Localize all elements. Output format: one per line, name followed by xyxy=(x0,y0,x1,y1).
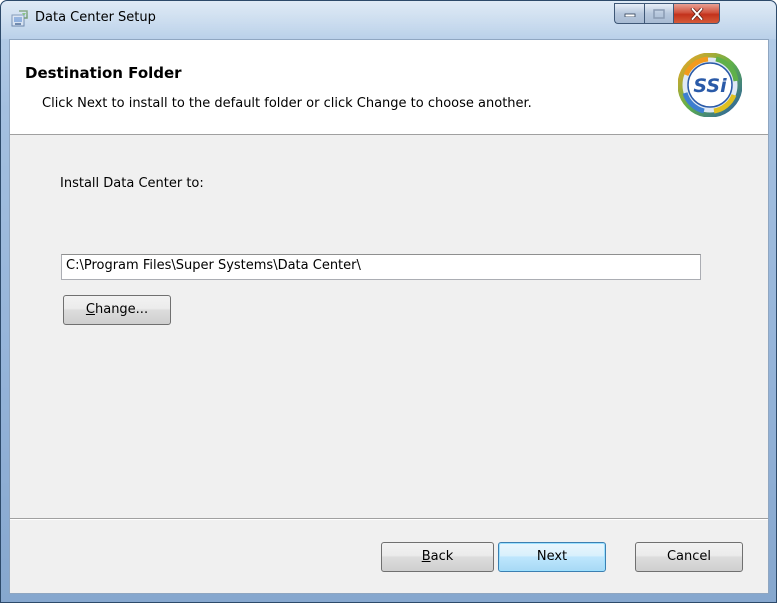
close-button[interactable] xyxy=(673,3,720,24)
close-icon xyxy=(690,7,703,20)
minimize-button[interactable] xyxy=(614,3,644,24)
title-bar[interactable]: Data Center Setup xyxy=(1,1,777,39)
page-title: Destination Folder xyxy=(25,64,182,82)
install-location-label: Install Data Center to: xyxy=(60,176,204,191)
window-frame: Data Center Setup Destination Folder Cli… xyxy=(0,0,777,603)
change-label: hange... xyxy=(94,302,149,317)
cancel-button[interactable]: Cancel xyxy=(635,542,743,572)
maximize-icon xyxy=(653,8,665,19)
install-path-value: C:\Program Files\Super Systems\Data Cent… xyxy=(66,258,361,273)
dialog-client-area: Destination Folder Click Next to install… xyxy=(9,39,769,594)
minimize-icon xyxy=(624,13,635,17)
footer-divider xyxy=(10,518,768,520)
header-banner: Destination Folder Click Next to install… xyxy=(10,40,768,135)
ssi-logo-icon: SSi xyxy=(677,52,743,118)
change-mnemonic: C xyxy=(85,302,95,317)
logo-text: SSi xyxy=(693,75,727,97)
back-label: ack xyxy=(430,549,454,564)
install-path-field[interactable]: C:\Program Files\Super Systems\Data Cent… xyxy=(61,254,701,280)
window-title: Data Center Setup xyxy=(35,10,156,25)
maximize-button[interactable] xyxy=(644,3,673,24)
back-button[interactable]: Back xyxy=(381,542,494,572)
back-mnemonic: B xyxy=(421,549,431,564)
next-button[interactable]: Next xyxy=(498,542,606,572)
change-button[interactable]: Change... xyxy=(63,295,171,325)
page-description: Click Next to install to the default fol… xyxy=(42,96,532,111)
installer-icon[interactable] xyxy=(11,10,29,28)
caption-buttons xyxy=(614,3,720,24)
